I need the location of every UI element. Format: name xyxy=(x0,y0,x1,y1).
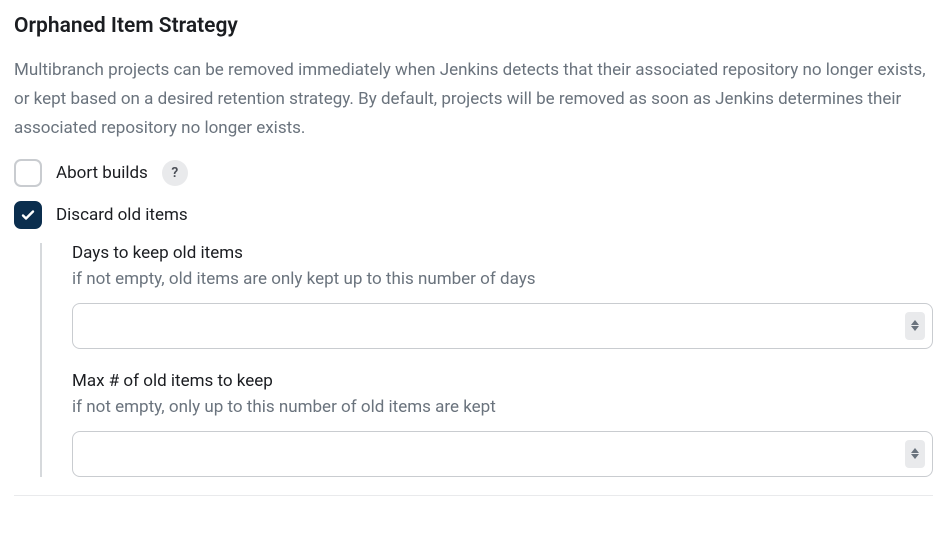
abort-builds-checkbox[interactable] xyxy=(14,159,42,187)
section-description: Multibranch projects can be removed imme… xyxy=(14,56,933,143)
discard-old-row: Discard old items xyxy=(14,201,933,229)
days-to-keep-input[interactable] xyxy=(72,303,933,349)
days-to-keep-hint: if not empty, old items are only kept up… xyxy=(72,269,933,289)
discard-old-label: Discard old items xyxy=(56,205,188,225)
days-to-keep-group: Days to keep old items if not empty, old… xyxy=(72,243,933,349)
section-title: Orphaned Item Strategy xyxy=(14,14,933,38)
chevron-up-icon xyxy=(911,448,919,453)
section-divider xyxy=(14,495,933,496)
max-count-hint: if not empty, only up to this number of … xyxy=(72,397,933,417)
chevron-down-icon xyxy=(911,454,919,459)
help-icon[interactable]: ? xyxy=(162,160,188,186)
max-count-stepper[interactable] xyxy=(905,440,925,468)
max-count-group: Max # of old items to keep if not empty,… xyxy=(72,371,933,477)
discard-old-checkbox[interactable] xyxy=(14,201,42,229)
days-to-keep-label: Days to keep old items xyxy=(72,243,933,263)
chevron-up-icon xyxy=(911,320,919,325)
abort-builds-label: Abort builds xyxy=(56,163,148,183)
chevron-down-icon xyxy=(911,326,919,331)
max-count-label: Max # of old items to keep xyxy=(72,371,933,391)
max-count-input[interactable] xyxy=(72,431,933,477)
abort-builds-row: Abort builds ? xyxy=(14,159,933,187)
days-to-keep-stepper[interactable] xyxy=(905,312,925,340)
discard-old-nested: Days to keep old items if not empty, old… xyxy=(40,243,933,477)
